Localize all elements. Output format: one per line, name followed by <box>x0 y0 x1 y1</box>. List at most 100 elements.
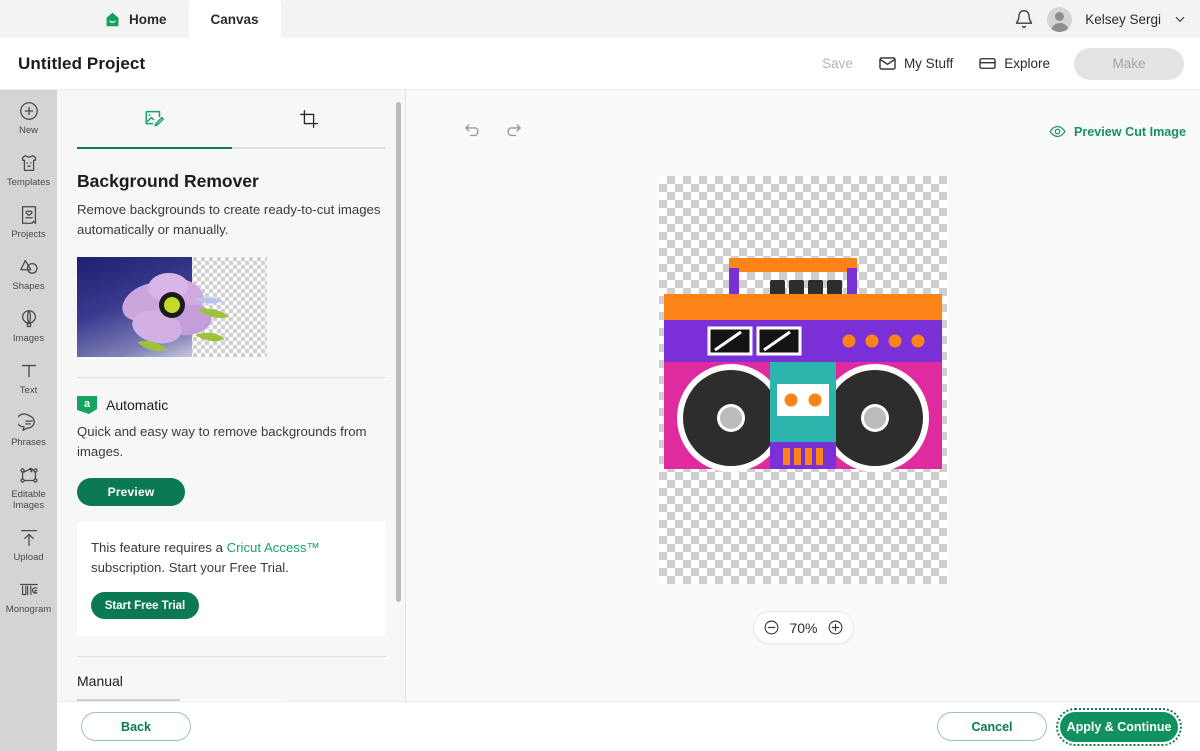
cricut-access-text: This feature requires a Cricut Access™ s… <box>91 538 372 578</box>
explore-label: Explore <box>1004 56 1050 71</box>
avatar[interactable] <box>1047 6 1073 32</box>
top-app-bar: Home Canvas Kelsey Sergi <box>0 0 1200 38</box>
sidebar-item-projects[interactable]: Projects <box>0 194 57 246</box>
sidebar-item-images-label: Images <box>12 333 45 344</box>
cancel-button[interactable]: Cancel <box>937 712 1047 741</box>
start-free-trial-button[interactable]: Start Free Trial <box>91 592 199 619</box>
app-tab-home[interactable]: Home <box>82 0 189 38</box>
sidebar-item-shapes[interactable]: Shapes <box>0 246 57 298</box>
my-stuff-label: My Stuff <box>903 56 954 71</box>
sidebar-item-upload-label: Upload <box>13 552 44 563</box>
panel-divider-2 <box>77 656 386 657</box>
envelope-icon <box>879 57 896 70</box>
tab-crop[interactable] <box>232 90 387 147</box>
sidebar-item-text[interactable]: Text <box>0 350 57 402</box>
access-text-before: This feature requires a <box>91 540 227 555</box>
automatic-tag-icon: a <box>77 396 97 414</box>
avatar-head <box>1055 11 1065 21</box>
sidebar-item-templates-label: Templates <box>6 177 51 188</box>
canvas-area: Preview Cut Image 70% <box>406 90 1200 701</box>
account-name[interactable]: Kelsey Sergi <box>1085 12 1161 27</box>
sidebar-item-editable-images[interactable]: Editable Images <box>0 454 57 517</box>
page-title[interactable]: Untitled Project <box>18 54 145 74</box>
redo-icon[interactable] <box>503 120 523 140</box>
avatar-body <box>1050 22 1069 32</box>
upload-arrow-icon <box>20 530 37 546</box>
sidebar-item-new[interactable]: New <box>0 90 57 142</box>
flower-preview-image <box>77 257 267 357</box>
make-button[interactable]: Make <box>1074 47 1184 80</box>
preview-cut-image-label: Preview Cut Image <box>1074 124 1186 139</box>
automatic-badge-letter: a <box>83 397 91 410</box>
image-edit-icon <box>145 110 165 126</box>
card-icon <box>979 58 996 69</box>
tshirt-icon <box>21 155 36 171</box>
sidebar-item-upload[interactable]: Upload <box>0 517 57 569</box>
panel-scrollbar[interactable] <box>396 102 401 602</box>
sidebar-item-new-label: New <box>18 125 38 136</box>
sidebar-item-shapes-label: Shapes <box>12 281 45 292</box>
inactive-tab-indicator <box>232 147 387 149</box>
sidebar-item-monogram-label: Monogram <box>5 604 52 615</box>
cricut-design-space-window: Home Canvas Kelsey Sergi Untitled Projec… <box>0 0 1200 751</box>
back-button[interactable]: Back <box>81 712 191 741</box>
boombox-artwork[interactable] <box>659 176 947 584</box>
app-tab-home-label: Home <box>129 11 167 27</box>
sidebar-item-editable-images-label: Editable Images <box>11 489 46 511</box>
sidebar-item-templates[interactable]: Templates <box>0 142 57 194</box>
my-stuff-button[interactable]: My Stuff <box>869 48 962 79</box>
speech-bubble-icon <box>17 413 35 431</box>
preview-cut-image-button[interactable]: Preview Cut Image <box>1049 123 1186 140</box>
cricut-access-link[interactable]: Cricut Access™ <box>227 540 320 555</box>
tab-edit-image[interactable] <box>77 90 232 147</box>
bottom-action-bar: Back Cancel Apply & Continue <box>57 701 1200 751</box>
text-t-icon <box>21 364 36 378</box>
chevron-down-icon[interactable] <box>1174 13 1186 25</box>
flower-illustration <box>122 272 229 351</box>
sidebar-item-projects-label: Projects <box>11 229 46 240</box>
bottom-right-buttons: Cancel Apply & Continue <box>937 707 1182 746</box>
automatic-section-header: a Automatic <box>77 396 386 414</box>
automatic-title: Automatic <box>106 397 169 413</box>
sidebar-item-phrases[interactable]: Phrases <box>0 402 57 454</box>
left-tool-rail: New Templates Projects Shapes Images Tex… <box>0 90 57 751</box>
panel-title: Background Remover <box>77 171 259 191</box>
sidebar-item-phrases-label: Phrases <box>11 437 46 448</box>
zoom-out-icon[interactable] <box>763 619 780 636</box>
monogram-icon <box>19 583 38 596</box>
header-actions: Save My Stuff Explore Make <box>813 47 1184 80</box>
artwork-canvas[interactable] <box>659 176 947 584</box>
panel-body: Background Remover Remove backgrounds to… <box>57 171 406 701</box>
save-label: Save <box>822 56 853 71</box>
editable-images-icon <box>19 467 38 483</box>
background-remover-panel: Background Remover Remove backgrounds to… <box>57 90 406 701</box>
panel-description: Remove backgrounds to create ready-to-cu… <box>77 202 381 237</box>
project-header: Untitled Project Save My Stuff Explore M… <box>0 38 1200 90</box>
plus-circle-icon <box>19 102 38 120</box>
panel-divider-1 <box>77 377 386 378</box>
app-tabstrip: Home Canvas <box>82 0 281 38</box>
eye-icon <box>1049 125 1066 138</box>
panel-tab-underline <box>77 147 386 149</box>
sidebar-item-monogram[interactable]: Monogram <box>0 569 57 621</box>
shapes-icon <box>19 259 38 274</box>
cricut-access-card: This feature requires a Cricut Access™ s… <box>77 522 386 636</box>
explore-button[interactable]: Explore <box>969 48 1059 79</box>
panel-tab-row <box>57 90 406 147</box>
notification-bell-icon[interactable] <box>1014 9 1034 29</box>
manual-section-title: Manual <box>77 673 123 689</box>
zoom-control: 70% <box>753 611 854 644</box>
sidebar-item-text-label: Text <box>19 385 38 396</box>
sidebar-item-images[interactable]: Images <box>0 298 57 350</box>
undo-icon[interactable] <box>463 120 483 140</box>
crop-icon <box>299 109 318 128</box>
project-card-icon <box>21 206 36 224</box>
zoom-in-icon[interactable] <box>827 619 844 636</box>
hot-air-balloon-icon <box>21 310 36 328</box>
app-tab-canvas[interactable]: Canvas <box>188 0 281 38</box>
save-button[interactable]: Save <box>813 50 862 77</box>
preview-button[interactable]: Preview <box>77 478 185 506</box>
canvas-history-tools <box>463 120 523 140</box>
top-bar-right-group: Kelsey Sergi <box>1014 0 1186 38</box>
apply-and-continue-button[interactable]: Apply & Continue <box>1056 707 1182 746</box>
